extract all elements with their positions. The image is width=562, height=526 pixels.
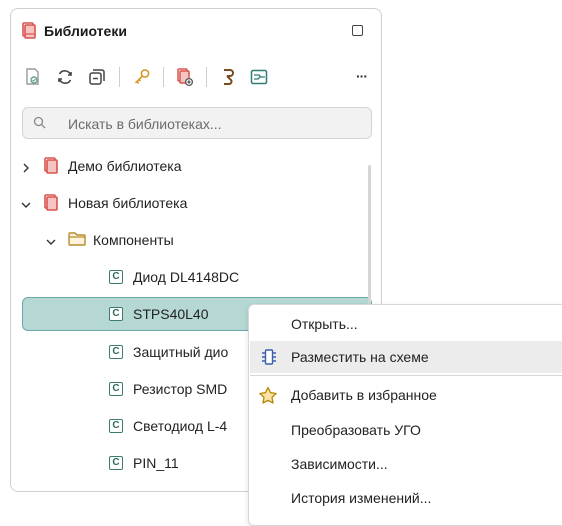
- tree-item-component[interactable]: C Диод DL4148DC: [11, 260, 381, 294]
- tree-item-new-library[interactable]: Новая библиотека: [11, 186, 381, 220]
- folder-icon: [68, 231, 86, 252]
- maximize-icon[interactable]: [352, 25, 363, 36]
- chevron-right-icon[interactable]: [21, 160, 31, 173]
- toolbar: ···: [11, 64, 381, 90]
- tree-item-label: Диод DL4148DC: [133, 269, 240, 285]
- menu-item-place-on-schematic[interactable]: Разместить на схеме: [250, 341, 562, 373]
- chevron-down-icon[interactable]: [21, 197, 31, 208]
- component-icon: C: [109, 456, 123, 470]
- menu-item-open[interactable]: Открыть...: [250, 308, 562, 340]
- menu-item-label: История изменений...: [291, 490, 432, 506]
- component-icon: C: [109, 419, 123, 433]
- panel-header: Библиотеки: [11, 9, 381, 53]
- tree-item-label: PIN_11: [133, 455, 179, 471]
- menu-item-add-favorite[interactable]: Добавить в избранное: [250, 379, 562, 411]
- add-library-icon[interactable]: [175, 67, 195, 87]
- toolbar-divider: [119, 67, 120, 87]
- tree-item-label: Демо библиотека: [68, 158, 182, 174]
- refresh-icon[interactable]: [55, 67, 75, 87]
- place-on-schematic-icon: [260, 348, 278, 371]
- menu-item-convert-ugo[interactable]: Преобразовать УГО: [250, 414, 562, 446]
- tree-item-label: STPS40L40: [133, 306, 209, 322]
- tree-item-label: Компоненты: [93, 232, 174, 248]
- library-icon: [22, 22, 36, 44]
- component-icon: C: [109, 382, 123, 396]
- library-search: [22, 107, 372, 139]
- context-menu: Открыть... Разместить на схеме Добавить …: [248, 304, 562, 526]
- key-icon[interactable]: [132, 67, 152, 87]
- more-icon[interactable]: ···: [356, 68, 368, 84]
- scrollbar-thumb[interactable]: [368, 165, 371, 315]
- chevron-down-icon[interactable]: [46, 234, 56, 245]
- menu-item-label: Разместить на схеме: [291, 349, 429, 365]
- menu-item-label: Открыть...: [291, 316, 358, 332]
- search-input[interactable]: [66, 112, 360, 136]
- menu-item-label: Добавить в избранное: [291, 387, 437, 403]
- tree-item-label: Резистор SMD: [133, 381, 228, 397]
- tree-item-label: Защитный дио: [133, 344, 229, 360]
- component-icon: C: [109, 307, 123, 321]
- library-attach-icon[interactable]: [23, 67, 43, 87]
- library-icon: [44, 194, 58, 216]
- menu-item-change-history[interactable]: История изменений...: [250, 482, 562, 514]
- schematic-view-icon[interactable]: [249, 67, 269, 87]
- collapse-all-icon[interactable]: [87, 67, 107, 87]
- tree-item-components-folder[interactable]: Компоненты: [11, 223, 381, 257]
- panel-title: Библиотеки: [44, 23, 127, 39]
- tree-item-label: Светодиод L-4: [133, 418, 228, 434]
- search-icon: [33, 116, 47, 135]
- library-icon: [44, 157, 58, 179]
- menu-item-dependencies[interactable]: Зависимости...: [250, 448, 562, 480]
- git-branch-icon[interactable]: [218, 67, 238, 87]
- toolbar-divider: [163, 67, 164, 87]
- toolbar-divider: [206, 67, 207, 87]
- menu-item-label: Преобразовать УГО: [291, 422, 421, 438]
- menu-item-label: Зависимости...: [291, 456, 388, 472]
- tree-item-label: Новая библиотека: [68, 195, 188, 211]
- component-icon: C: [109, 345, 123, 359]
- menu-separator: [250, 375, 562, 376]
- tree-item-demo-library[interactable]: Демо библиотека: [11, 149, 381, 183]
- component-icon: C: [109, 270, 123, 284]
- star-icon: [258, 386, 278, 409]
